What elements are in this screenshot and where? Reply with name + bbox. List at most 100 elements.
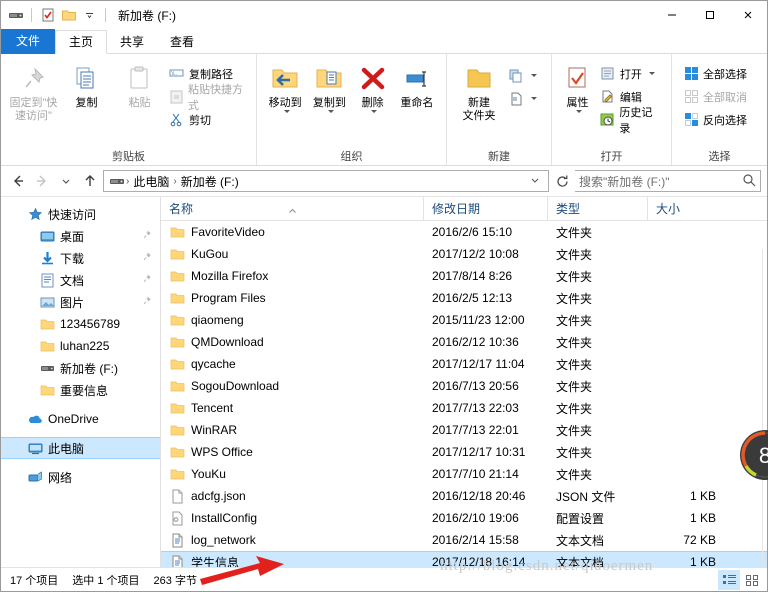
column-header-name[interactable]: 名称	[161, 197, 423, 221]
sidebar-item-123456789[interactable]: 123456789	[1, 313, 160, 335]
sidebar-item-pictures[interactable]: 图片	[1, 291, 160, 313]
table-row[interactable]: Mozilla Firefox 2017/8/14 8:26 文件夹	[161, 265, 767, 287]
table-row[interactable]: KuGou 2017/12/2 10:08 文件夹	[161, 243, 767, 265]
new-item-button[interactable]	[505, 65, 540, 86]
search-box[interactable]: 搜索"新加卷 (F:)"	[575, 170, 761, 192]
recent-locations-icon[interactable]	[55, 170, 77, 192]
column-header-type[interactable]: 类型	[547, 196, 647, 221]
sidebar-item-desktop[interactable]: 桌面	[1, 225, 160, 247]
pin-icon[interactable]	[141, 295, 152, 309]
file-name-cell[interactable]: InstallConfig	[161, 510, 423, 526]
paste-button[interactable]: 粘贴	[113, 61, 166, 110]
breadcrumb-item-drive-f[interactable]: 新加卷 (F:)	[178, 173, 242, 190]
tab-share[interactable]: 共享	[107, 31, 157, 54]
file-name-cell[interactable]: Tencent	[161, 400, 423, 416]
select-none-button[interactable]: 全部取消	[680, 86, 750, 107]
sidebar-item-this-pc[interactable]: 此电脑	[1, 437, 160, 459]
sidebar-item-documents[interactable]: 文档	[1, 269, 160, 291]
file-name-cell[interactable]: WinRAR	[161, 422, 423, 438]
file-name-cell[interactable]: 学生信息	[161, 554, 423, 567]
file-name-cell[interactable]: FavoriteVideo	[161, 224, 423, 240]
tab-home[interactable]: 主页	[55, 30, 108, 54]
forward-arrow-icon[interactable]	[31, 170, 53, 192]
file-name-cell[interactable]: KuGou	[161, 246, 423, 262]
scrollbar[interactable]	[762, 249, 763, 565]
back-arrow-icon[interactable]	[7, 170, 29, 192]
file-name-cell[interactable]: log_network	[161, 532, 423, 548]
history-button[interactable]: 历史记录	[597, 107, 665, 135]
pin-icon[interactable]	[141, 251, 152, 265]
table-row[interactable]: YouKu 2017/7/10 21:14 文件夹	[161, 463, 767, 485]
chevron-down-icon[interactable]	[575, 110, 582, 113]
move-to-button[interactable]: 移动到	[263, 61, 307, 113]
table-row[interactable]: Program Files 2016/2/5 12:13 文件夹	[161, 287, 767, 309]
chevron-down-icon[interactable]	[531, 74, 537, 77]
new-folder-icon[interactable]	[60, 7, 77, 24]
chevron-down-icon[interactable]	[648, 72, 655, 75]
table-row[interactable]: qycache 2017/12/17 11:04 文件夹	[161, 353, 767, 375]
chevron-down-icon[interactable]	[81, 7, 98, 24]
file-name-cell[interactable]: Mozilla Firefox	[161, 268, 423, 284]
file-name-cell[interactable]: Program Files	[161, 290, 423, 306]
chevron-down-icon[interactable]	[371, 110, 378, 113]
invert-selection-button[interactable]: 反向选择	[680, 109, 750, 130]
file-name-cell[interactable]: qiaomeng	[161, 312, 423, 328]
copy-button[interactable]: 复制	[60, 61, 113, 110]
table-row[interactable]: Tencent 2017/7/13 22:03 文件夹	[161, 397, 767, 419]
easy-access-button[interactable]	[505, 88, 540, 109]
pin-icon[interactable]	[141, 273, 152, 287]
sidebar-item-quick-access[interactable]: 快速访问	[1, 203, 160, 225]
select-all-button[interactable]: 全部选择	[680, 63, 750, 84]
table-row[interactable]: WPS Office 2017/12/17 10:31 文件夹	[161, 441, 767, 463]
sidebar-item-luhan225[interactable]: luhan225	[1, 335, 160, 357]
sidebar-item-important[interactable]: 重要信息	[1, 379, 160, 401]
minimize-icon[interactable]	[653, 1, 691, 29]
table-row[interactable]: FavoriteVideo 2016/2/6 15:10 文件夹	[161, 221, 767, 243]
open-button[interactable]: 打开	[597, 63, 665, 84]
properties-button[interactable]: 属性	[558, 61, 597, 113]
sidebar-item-downloads[interactable]: 下载	[1, 247, 160, 269]
maximize-icon[interactable]	[691, 1, 729, 29]
chevron-down-icon[interactable]	[283, 110, 290, 113]
copy-to-button[interactable]: 复制到	[307, 61, 351, 113]
column-header-size[interactable]: 大小	[647, 196, 734, 221]
breadcrumb-item-this-pc[interactable]: 此电脑	[130, 173, 172, 190]
table-row[interactable]: InstallConfig 2016/2/10 19:06 配置设置 1 KB	[161, 507, 767, 529]
large-icons-view-icon[interactable]	[741, 570, 763, 590]
details-view-icon[interactable]	[718, 569, 740, 590]
chevron-down-icon[interactable]	[327, 110, 334, 113]
pin-icon[interactable]	[141, 229, 152, 243]
new-folder-button[interactable]: 新建 文件夹	[453, 61, 505, 123]
chevron-down-icon[interactable]	[531, 97, 537, 100]
sidebar-item-onedrive[interactable]: OneDrive	[1, 408, 160, 430]
search-icon[interactable]	[742, 173, 756, 190]
paste-shortcut-button[interactable]: 粘贴快捷方式	[166, 84, 250, 112]
table-row[interactable]: adcfg.json 2016/12/18 20:46 JSON 文件 1 KB	[161, 485, 767, 507]
search-input[interactable]: 搜索"新加卷 (F:)"	[579, 173, 742, 190]
table-row[interactable]: WinRAR 2017/7/13 22:01 文件夹	[161, 419, 767, 441]
close-icon[interactable]	[729, 1, 767, 29]
file-name-cell[interactable]: QMDownload	[161, 334, 423, 350]
floating-speed-ball[interactable]: 8	[738, 428, 768, 482]
table-row[interactable]: SogouDownload 2016/7/13 20:56 文件夹	[161, 375, 767, 397]
table-row[interactable]: log_network 2016/2/14 15:58 文本文档 72 KB	[161, 529, 767, 551]
file-name-cell[interactable]: YouKu	[161, 466, 423, 482]
tab-file[interactable]: 文件	[1, 29, 56, 54]
sidebar-item-network[interactable]: 网络	[1, 466, 160, 488]
table-row[interactable]: 学生信息 2017/12/18 16:14 文本文档 1 KB	[161, 551, 767, 567]
delete-button[interactable]: 删除	[352, 61, 394, 113]
tab-view[interactable]: 查看	[157, 31, 207, 54]
chevron-down-icon[interactable]	[526, 174, 544, 188]
sidebar-item-drive-f[interactable]: 新加卷 (F:)	[1, 357, 160, 379]
rename-button[interactable]: 重命名	[394, 61, 440, 110]
breadcrumb[interactable]: › 此电脑 › 新加卷 (F:)	[103, 170, 549, 192]
file-name-cell[interactable]: qycache	[161, 356, 423, 372]
file-name-cell[interactable]: SogouDownload	[161, 378, 423, 394]
up-arrow-icon[interactable]	[79, 170, 101, 192]
table-row[interactable]: QMDownload 2016/2/12 10:36 文件夹	[161, 331, 767, 353]
pin-to-quick-access-button[interactable]: 固定到"快速访问"	[7, 61, 60, 123]
file-name-cell[interactable]: WPS Office	[161, 444, 423, 460]
cut-button[interactable]: 剪切	[166, 109, 250, 130]
refresh-icon[interactable]	[551, 170, 573, 192]
column-header-date[interactable]: 修改日期	[423, 196, 547, 221]
